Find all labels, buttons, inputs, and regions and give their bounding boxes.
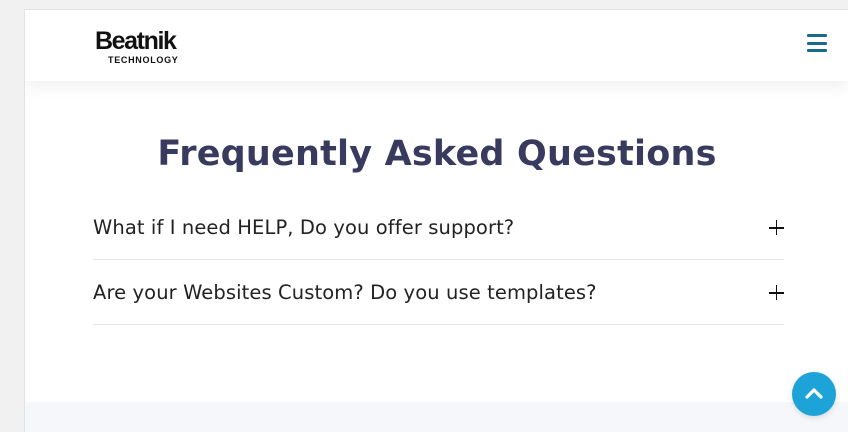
plus-icon[interactable] (769, 285, 784, 300)
plus-icon[interactable] (769, 220, 784, 235)
menu-bar-bottom (807, 49, 827, 52)
faq-question: Are your Websites Custom? Do you use tem… (93, 281, 597, 304)
menu-bar-middle (807, 41, 827, 45)
faq-title: Frequently Asked Questions (157, 134, 717, 174)
faq-item-templates[interactable]: Are your Websites Custom? Do you use tem… (93, 260, 784, 325)
faq-section: Frequently Asked Questions What if I nee… (25, 81, 848, 402)
footer-strip (25, 402, 848, 432)
hamburger-menu-icon[interactable] (806, 32, 828, 54)
logo-tagline: TECHNOLOGY (108, 55, 179, 65)
faq-question: What if I need HELP, Do you offer suppor… (93, 216, 515, 239)
page-frame: Beatnik TECHNOLOGY Frequently Asked Ques… (24, 9, 848, 432)
faq-item-support[interactable]: What if I need HELP, Do you offer suppor… (93, 195, 784, 260)
site-header: Beatnik TECHNOLOGY (25, 10, 848, 81)
scroll-to-top-button[interactable] (792, 372, 836, 416)
menu-bar-top (807, 34, 827, 37)
logo-wordmark: Beatnik (95, 27, 177, 55)
chevron-up-icon (805, 388, 823, 399)
beatnik-logo[interactable]: Beatnik TECHNOLOGY (95, 29, 185, 67)
